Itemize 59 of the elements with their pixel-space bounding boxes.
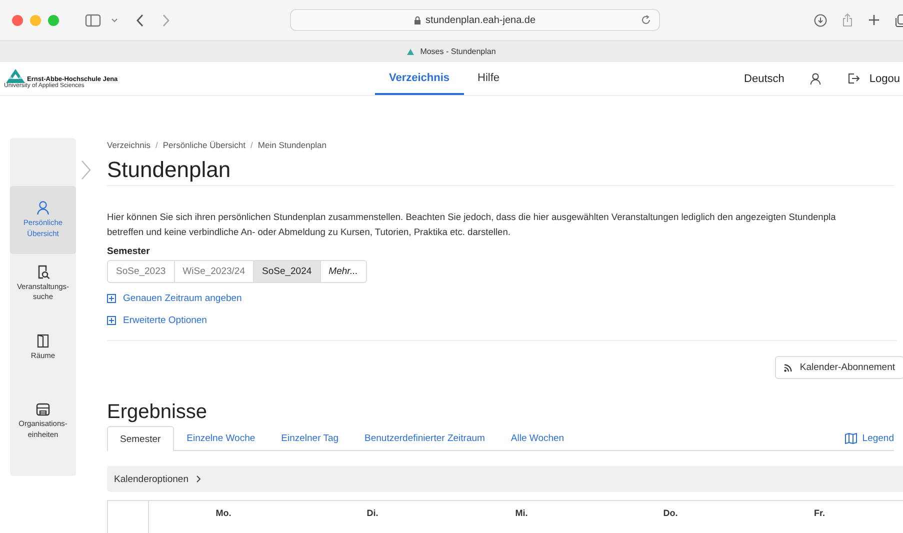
- expand-icon: [107, 294, 116, 303]
- expander-link[interactable]: Genauen Zeitraum angeben: [107, 293, 242, 304]
- chevron-right-icon: [196, 475, 202, 483]
- browser-tab[interactable]: Moses - Stundenplan: [407, 47, 496, 56]
- legend-link[interactable]: Legend: [845, 426, 894, 450]
- map-icon: [845, 432, 858, 444]
- page-title: Stundenplan: [107, 157, 232, 183]
- breadcrumb-item[interactable]: Verzeichnis: [107, 140, 150, 150]
- view-tab[interactable]: Alle Wochen: [498, 426, 578, 450]
- view-tab[interactable]: Semester: [107, 426, 174, 451]
- user-icon[interactable]: [810, 72, 822, 84]
- day-header: Do.: [662, 508, 679, 520]
- semester-option[interactable]: SoSe_2024: [254, 260, 321, 283]
- forward-icon[interactable]: [162, 14, 170, 26]
- results-heading: Ergebnisse: [107, 401, 208, 424]
- lock-icon: [414, 16, 422, 24]
- share-icon[interactable]: [842, 13, 853, 27]
- download-icon[interactable]: [814, 14, 827, 26]
- document-search-icon: [36, 265, 50, 279]
- sidebar-toggle-icon[interactable]: [85, 14, 101, 26]
- calendar-options-bar[interactable]: Kalenderoptionen: [107, 466, 903, 492]
- view-tab[interactable]: Einzelner Tag: [268, 426, 352, 450]
- breadcrumb-item[interactable]: Mein Stundenplan: [258, 140, 326, 150]
- semester-label: Semester: [107, 246, 151, 257]
- user-icon: [37, 201, 49, 216]
- tabs-overview-icon[interactable]: [895, 14, 903, 26]
- logout-link[interactable]: Logou: [848, 72, 900, 84]
- day-header: Mo.: [214, 508, 232, 520]
- day-header: Mi.: [514, 508, 529, 520]
- intro-text: Hier können Sie sich ihren persönlichen Stundenplan zusammenstellen. Beachten Sie jedoch, dass die hier ausgewählten Veranstaltungen lediglich den angezeigten Stundenpla: [107, 211, 837, 224]
- logout-icon: [848, 73, 860, 84]
- view-tab[interactable]: Einzelne Woche: [174, 426, 268, 450]
- expander-link[interactable]: Erweiterte Optionen: [107, 315, 207, 326]
- address-bar[interactable]: stundenplan.eah-jena.de: [290, 9, 660, 31]
- nav-tab[interactable]: Hilfe: [464, 62, 514, 95]
- close-window-button[interactable]: [12, 14, 23, 26]
- back-icon[interactable]: [136, 14, 144, 26]
- day-header: Fr.: [812, 508, 826, 520]
- reload-icon[interactable]: [641, 15, 651, 25]
- rss-icon: [784, 364, 792, 372]
- breadcrumb-separator: /: [250, 140, 253, 150]
- language-link[interactable]: Deutsch: [744, 72, 784, 84]
- view-tab[interactable]: Benutzerdefinierter Zeitraum: [352, 426, 498, 450]
- chevron-down-icon[interactable]: [111, 18, 118, 22]
- building-icon: [36, 403, 50, 416]
- new-tab-icon[interactable]: [868, 14, 880, 26]
- intro-text: betreffen und keine verbindliche An- oder Abmeldung zu Kursen, Tutorien, Praktika etc. darstellen.: [107, 226, 512, 239]
- breadcrumb-item[interactable]: Persönliche Übersicht: [162, 140, 246, 150]
- semester-option[interactable]: SoSe_2023: [107, 260, 175, 283]
- semester-option[interactable]: WiSe_2023/24: [174, 260, 254, 283]
- nav-tab[interactable]: Verzeichnis: [375, 62, 464, 95]
- day-header: Di.: [366, 508, 380, 520]
- logo-icon: [6, 68, 25, 82]
- breadcrumb-separator: /: [155, 140, 158, 150]
- calendar-subscription-button[interactable]: Kalender-Abonnement: [774, 356, 903, 379]
- favicon-icon: [407, 48, 414, 54]
- door-icon: [37, 334, 49, 348]
- expand-icon: [107, 316, 116, 325]
- semester-option[interactable]: Mehr...: [320, 260, 367, 283]
